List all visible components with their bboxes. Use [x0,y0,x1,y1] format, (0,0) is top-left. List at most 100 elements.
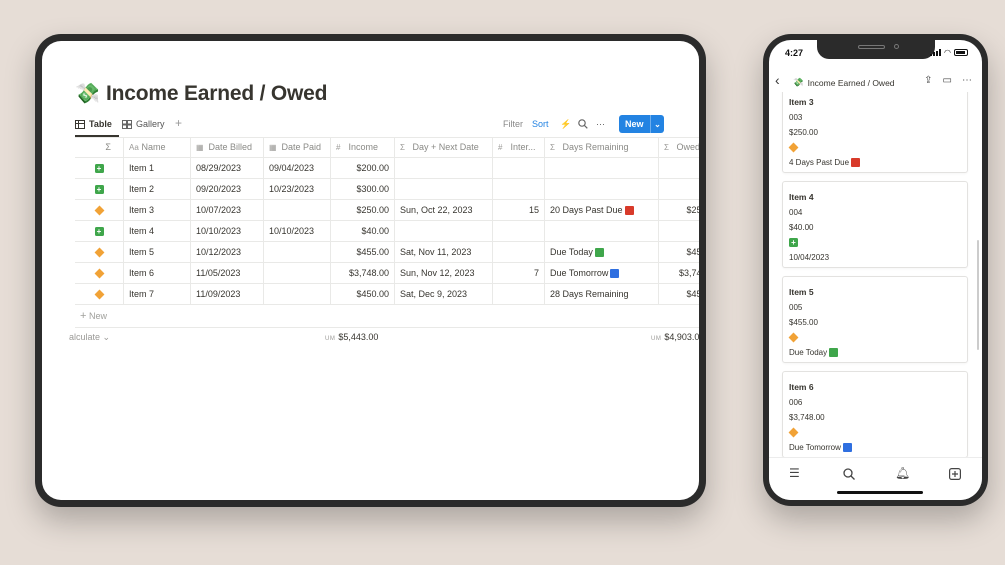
cell-day-next[interactable] [395,158,493,179]
gallery-card[interactable]: Item 3 003 $250.00 4 Days Past Due [782,92,968,173]
cell-owed[interactable]: $250.0 [659,200,699,221]
cell-date-paid[interactable] [264,284,331,305]
search-icon[interactable] [843,468,855,480]
cell-interval[interactable] [493,158,545,179]
new-button-label: New [625,119,644,129]
cell-name[interactable]: Item 1 [124,158,191,179]
more-options-icon[interactable]: ⋯ [962,75,972,86]
cell-date-billed[interactable]: 09/20/2023 [191,179,264,200]
cell-name[interactable]: Item 3 [124,200,191,221]
gallery-card[interactable]: Item 6 006 $3,748.00 Due Tomorrow [782,371,968,457]
table-row[interactable]: Item 5 10/12/2023 $455.00 Sat, Nov 11, 2023… [75,242,699,263]
cell-income[interactable]: $450.00 [331,284,395,305]
cell-interval[interactable]: 7 [493,263,545,284]
cell-days-remaining[interactable]: 20 Days Past Due [545,200,659,221]
cell-days-remaining[interactable] [545,158,659,179]
cell-income[interactable]: $455.00 [331,242,395,263]
comment-icon[interactable]: ▭ [943,75,952,86]
column-header-interval[interactable]: # Inter... [493,137,545,158]
table-row[interactable]: + Item 2 09/20/2023 10/23/2023 $300.00 [75,179,699,200]
cell-day-next[interactable]: Sun, Oct 22, 2023 [395,200,493,221]
cell-income[interactable]: $40.00 [331,221,395,242]
column-header-income[interactable]: # Income [331,137,395,158]
scrollbar[interactable] [977,240,979,350]
cell-day-next[interactable] [395,179,493,200]
cell-interval[interactable] [493,242,545,263]
add-new-row-button[interactable]: + New [80,310,107,322]
cell-name[interactable]: Item 7 [124,284,191,305]
cell-interval[interactable] [493,179,545,200]
cell-date-billed[interactable]: 11/05/2023 [191,263,264,284]
filter-button[interactable]: Filter [503,119,523,129]
cell-date-billed[interactable]: 10/07/2023 [191,200,264,221]
tab-gallery[interactable]: Gallery [122,119,165,129]
back-chevron-icon[interactable]: ‹ [775,72,780,88]
cell-day-next[interactable]: Sat, Nov 11, 2023 [395,242,493,263]
cell-owed[interactable] [659,158,699,179]
column-header-owed[interactable]: Σ Owed [659,137,699,158]
column-header-name[interactable]: Aa Name [124,137,191,158]
column-header-days-remaining[interactable]: Σ Days Remaining [545,137,659,158]
cell-income[interactable]: $250.00 [331,200,395,221]
cell-days-remaining[interactable] [545,179,659,200]
cell-date-billed[interactable]: 08/29/2023 [191,158,264,179]
cell-name[interactable]: Item 4 [124,221,191,242]
cell-date-paid[interactable] [264,200,331,221]
cell-days-remaining[interactable] [545,221,659,242]
cell-date-billed[interactable]: 11/09/2023 [191,284,264,305]
table-row[interactable]: Item 6 11/05/2023 $3,748.00 Sun, Nov 12, 20… [75,263,699,284]
column-header-date-paid[interactable]: ▦ Date Paid [264,137,331,158]
table-row[interactable]: Item 7 11/09/2023 $450.00 Sat, Dec 9, 2023 2… [75,284,699,305]
cell-income[interactable]: $3,748.00 [331,263,395,284]
add-view-button[interactable]: + [175,116,182,130]
cell-days-remaining[interactable]: Due Today [545,242,659,263]
cell-owed[interactable] [659,221,699,242]
automation-bolt-icon[interactable]: ⚡ [560,119,571,130]
owed-sum[interactable]: UM $4,903.0 [651,332,699,342]
table-row[interactable]: Item 3 10/07/2023 $250.00 Sun, Oct 22, 2023… [75,200,699,221]
cell-income[interactable]: $200.00 [331,158,395,179]
search-icon[interactable] [578,119,588,129]
gallery-card[interactable]: Item 5 005 $455.00 Due Today [782,276,968,363]
sort-button[interactable]: Sort [532,119,549,129]
chevron-down-icon[interactable]: ⌄ [651,120,664,129]
more-options-icon[interactable]: ⋯ [596,119,605,130]
cell-interval[interactable] [493,221,545,242]
cell-owed[interactable] [659,179,699,200]
cell-day-next[interactable] [395,221,493,242]
gallery-card[interactable]: Item 4 004 $40.00 +10/04/2023 [782,181,968,268]
cell-date-paid[interactable]: 10/10/2023 [264,221,331,242]
bell-icon[interactable]: 🔔︎ [895,466,910,480]
cell-name[interactable]: Item 6 [124,263,191,284]
cell-interval[interactable]: 15 [493,200,545,221]
cell-name[interactable]: Item 2 [124,179,191,200]
cell-interval[interactable] [493,284,545,305]
share-icon[interactable]: ⇪ [924,75,932,86]
calculate-button[interactable]: alculate ⌄ [69,332,110,343]
cell-date-paid[interactable]: 10/23/2023 [264,179,331,200]
cell-name[interactable]: Item 5 [124,242,191,263]
income-sum[interactable]: UM $5,443.00 [325,332,378,342]
cell-day-next[interactable]: Sat, Dec 9, 2023 [395,284,493,305]
table-row[interactable]: + Item 1 08/29/2023 09/04/2023 $200.00 [75,158,699,179]
cell-days-remaining[interactable]: 28 Days Remaining [545,284,659,305]
cell-date-paid[interactable] [264,242,331,263]
cell-income[interactable]: $300.00 [331,179,395,200]
table-row[interactable]: + Item 4 10/10/2023 10/10/2023 $40.00 [75,221,699,242]
cell-owed[interactable]: $3,748.0 [659,263,699,284]
column-header-day-next-date[interactable]: Σ Day + Next Date [395,137,493,158]
cell-date-billed[interactable]: 10/10/2023 [191,221,264,242]
new-page-icon[interactable] [949,468,961,480]
new-button[interactable]: New ⌄ [619,115,664,133]
cell-days-remaining[interactable]: Due Tomorrow [545,263,659,284]
cell-owed[interactable]: $455.0 [659,242,699,263]
tab-table[interactable]: Table [75,119,112,129]
cell-date-paid[interactable]: 09/04/2023 [264,158,331,179]
cell-date-paid[interactable] [264,263,331,284]
sigma-column-header[interactable]: Σ [75,137,124,158]
cell-day-next[interactable]: Sun, Nov 12, 2023 [395,263,493,284]
cell-date-billed[interactable]: 10/12/2023 [191,242,264,263]
list-icon[interactable]: ☰ [789,466,800,480]
column-header-date-billed[interactable]: ▦ Date Billed [191,137,264,158]
cell-owed[interactable]: $450.0 [659,284,699,305]
